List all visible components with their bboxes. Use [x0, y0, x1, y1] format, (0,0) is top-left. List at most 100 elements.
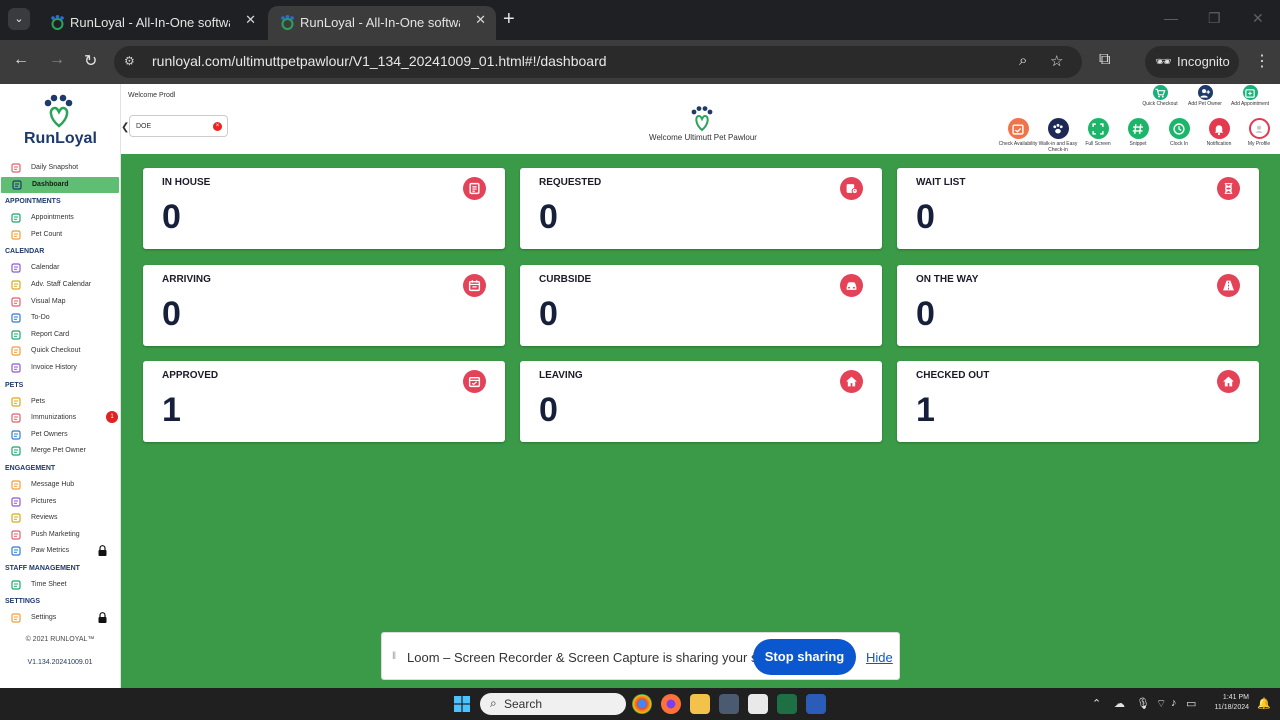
sidebar: RunLoyal Daily Snapshot Dashboard APPOINTM…: [0, 84, 121, 688]
forward-arrow-icon[interactable]: →: [49, 51, 65, 69]
sidebar-item-dashboard[interactable]: Dashboard: [1, 176, 119, 194]
stat-card-leaving[interactable]: LEAVING 0: [520, 361, 882, 442]
toolbar-my-profile-button[interactable]: My Profile: [1237, 118, 1280, 147]
address-bar[interactable]: ⚙ runloyal.com/ultimuttpetpawlour/V1_134…: [114, 46, 1082, 78]
close-window-icon[interactable]: ✕: [1252, 10, 1264, 27]
incognito-indicator[interactable]: 🕶 Incognito: [1145, 46, 1239, 78]
minimize-icon[interactable]: —: [1164, 10, 1178, 26]
stat-card-on-the-way[interactable]: ON THE WAY 0: [897, 265, 1259, 346]
url-text[interactable]: runloyal.com/ultimuttpetpawlour/V1_134_2…: [152, 53, 607, 69]
sidebar-item-label: Merge Pet Owner: [31, 447, 86, 455]
snipping-tool-icon[interactable]: [748, 694, 768, 714]
microphone-icon[interactable]: 🎙: [1136, 697, 1150, 710]
sidebar-item-pictures[interactable]: Pictures: [0, 494, 120, 511]
new-tab-icon[interactable]: +: [503, 8, 515, 30]
sidebar-item-adv-staff-calendar[interactable]: Adv. Staff Calendar: [0, 277, 120, 294]
sidebar-item-merge-pet-owner[interactable]: Merge Pet Owner: [0, 443, 120, 460]
file-explorer-icon[interactable]: [690, 694, 710, 714]
close-tab-icon[interactable]: ✕: [475, 12, 486, 28]
stat-card-in-house[interactable]: IN HOUSE 0: [143, 168, 505, 249]
sidebar-item-pet-count[interactable]: Pet Count: [0, 227, 120, 244]
sidebar-item-push-marketing[interactable]: Push Marketing: [0, 527, 120, 544]
quick-action-add-pet-owner[interactable]: Add Pet Owner: [1185, 85, 1225, 107]
sidebar-item-pet-owners[interactable]: Pet Owners: [0, 427, 120, 444]
toolbar-full-screen-button[interactable]: Full Screen: [1076, 118, 1120, 147]
sidebar-item-time-sheet[interactable]: Time Sheet: [0, 577, 120, 594]
tab-search-button[interactable]: ⌄: [8, 8, 30, 30]
toolbar-snippet-button[interactable]: Snippet: [1116, 118, 1160, 147]
global-search-input[interactable]: DOE ×: [129, 115, 228, 137]
browser-tab-bar: ⌄ RunLoyal - All-In-One software ✕ RunLo…: [0, 0, 1280, 40]
quick-action-add-appointment[interactable]: Add Appointment: [1230, 85, 1270, 107]
tray-chevron-icon[interactable]: ⌃: [1092, 697, 1101, 710]
sidebar-item-pets[interactable]: Pets: [0, 394, 120, 411]
sidebar-item-daily-snapshot[interactable]: Daily Snapshot: [0, 160, 120, 177]
onedrive-icon[interactable]: ☁: [1114, 697, 1125, 710]
notification-bell-icon[interactable]: 🔔: [1257, 697, 1271, 710]
stat-card-checked-out[interactable]: CHECKED OUT 1: [897, 361, 1259, 442]
close-tab-icon[interactable]: ✕: [245, 12, 256, 28]
fullscreen-icon: [1087, 118, 1109, 139]
sidebar-item-label: Settings: [31, 614, 57, 622]
sidebar-item-visual-map[interactable]: Visual Map: [0, 294, 120, 311]
browser-tab-2[interactable]: RunLoyal - All-In-One software ✕: [268, 6, 496, 40]
toolbar-notification-button[interactable]: Notification: [1197, 118, 1241, 147]
site-info-icon[interactable]: ⚙: [124, 54, 140, 70]
sidebar-item-reviews[interactable]: Reviews: [0, 510, 120, 527]
toolbar-walk-in-and-easy-check-in-button[interactable]: Walk-in and Easy Check-in: [1036, 118, 1080, 153]
maximize-icon[interactable]: ❐: [1208, 10, 1221, 27]
sidebar-item-message-hub[interactable]: Message Hub: [0, 477, 120, 494]
collapse-sidebar-icon[interactable]: ❮: [121, 122, 129, 133]
extensions-icon[interactable]: ⧉: [1099, 51, 1110, 69]
wifi-icon[interactable]: ⌔: [1156, 697, 1166, 711]
runloyal-logo[interactable]: RunLoyal: [22, 94, 98, 150]
bookmark-star-icon[interactable]: ☆: [1050, 52, 1063, 70]
sidebar-item-calendar[interactable]: Calendar: [0, 260, 120, 277]
sidebar-item-immunizations[interactable]: Immunizations 1: [0, 410, 120, 427]
pets-icon: [11, 396, 21, 407]
volume-icon[interactable]: ♪: [1171, 697, 1177, 709]
windows-start-icon[interactable]: [454, 696, 470, 712]
browser-tab-1[interactable]: RunLoyal - All-In-One software ✕: [38, 6, 266, 40]
word-icon[interactable]: [806, 694, 826, 714]
toolbar-button-label: Notification: [1206, 141, 1232, 147]
stat-card-curbside[interactable]: CURBSIDE 0: [520, 265, 882, 346]
battery-icon[interactable]: ▭: [1186, 697, 1196, 710]
hide-link[interactable]: Hide: [866, 650, 893, 665]
stat-card-requested[interactable]: REQUESTED 0: [520, 168, 882, 249]
drag-handle-icon[interactable]: ‖: [392, 651, 396, 662]
sidebar-item-report-card[interactable]: Report Card: [0, 327, 120, 344]
tab-title: RunLoyal - All-In-One software: [70, 15, 230, 30]
toolbar-button-label: Clock In: [1169, 141, 1189, 147]
back-arrow-icon[interactable]: ←: [13, 51, 29, 69]
sidebar-item-paw-metrics[interactable]: Paw Metrics: [0, 543, 120, 560]
stat-card-value: 1: [916, 391, 935, 429]
car-icon: [840, 274, 863, 297]
system-clock[interactable]: 1:41 PM 11/18/2024: [1203, 693, 1249, 713]
sidebar-item-label: Daily Snapshot: [31, 164, 79, 171]
stat-card-arriving[interactable]: ARRIVING 0: [143, 265, 505, 346]
browser-menu-icon[interactable]: ⋮: [1254, 51, 1270, 71]
stop-sharing-button[interactable]: Stop sharing: [753, 639, 856, 675]
toolbar-check-availability-button[interactable]: Check Availability: [996, 118, 1040, 147]
sidebar-item-quick-checkout[interactable]: Quick Checkout: [0, 343, 120, 360]
sidebar-item-invoice-history[interactable]: Invoice History: [0, 360, 120, 377]
sidebar-item-to-do[interactable]: To-Do: [0, 310, 120, 327]
search-value[interactable]: DOE: [136, 123, 151, 130]
stat-card-approved[interactable]: APPROVED 1: [143, 361, 505, 442]
toolbar-clock-in-button[interactable]: Clock In: [1157, 118, 1201, 147]
sidebar-item-appointments[interactable]: Appointments: [0, 210, 120, 227]
reload-icon[interactable]: ↻: [84, 51, 97, 71]
firefox-icon[interactable]: [661, 694, 681, 714]
zoom-search-icon[interactable]: ⌕: [1019, 52, 1027, 69]
stat-card-wait-list[interactable]: WAIT LIST 0: [897, 168, 1259, 249]
sidebar-item-label: Pet Owners: [31, 430, 68, 438]
calculator-icon[interactable]: [719, 694, 739, 714]
taskbar-search[interactable]: ⌕ Search: [480, 693, 626, 715]
quick-action-quick-checkout[interactable]: Quick Checkout: [1140, 85, 1180, 107]
section-settings: SETTINGS: [5, 598, 41, 606]
chrome-icon[interactable]: [632, 694, 652, 714]
sidebar-item-settings[interactable]: Settings: [0, 610, 120, 627]
clear-search-icon[interactable]: ×: [213, 122, 222, 131]
excel-icon[interactable]: [777, 694, 797, 714]
